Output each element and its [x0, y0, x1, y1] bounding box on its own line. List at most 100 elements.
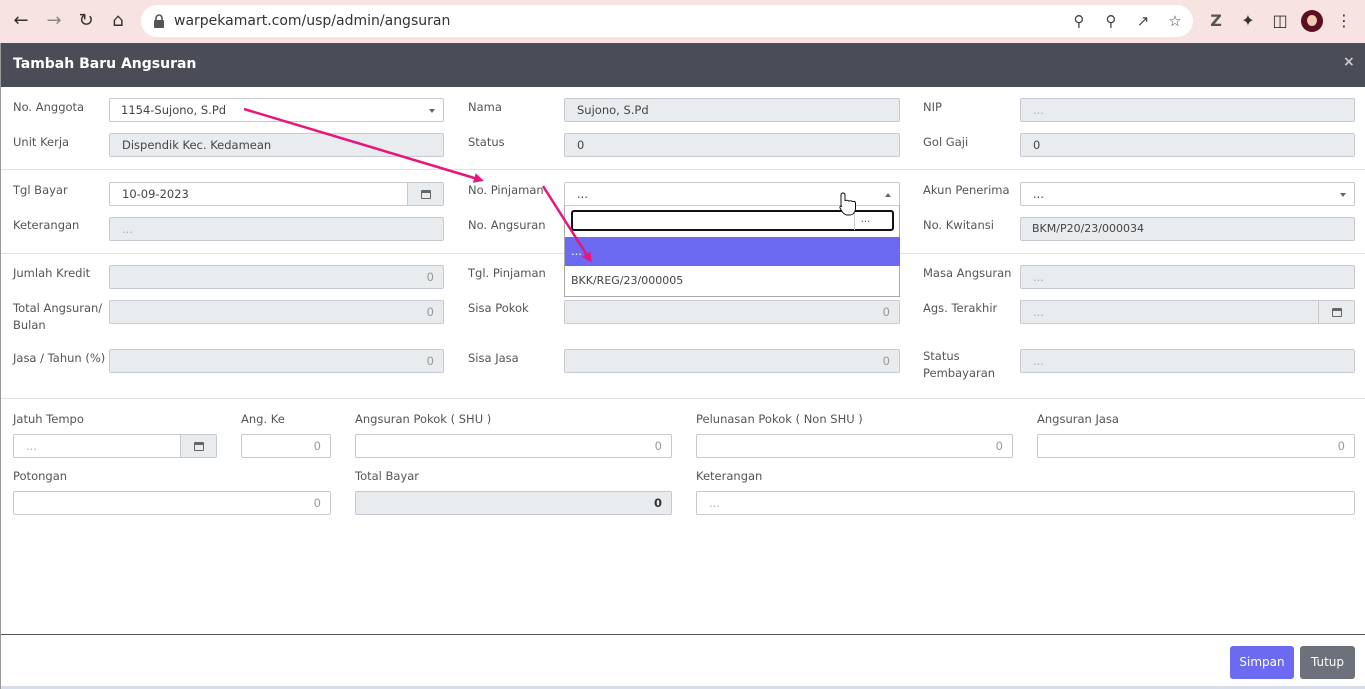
gol-gaji-label: Gol Gaji [923, 135, 969, 149]
browser-toolbar: ← → ↻ ⌂ warpekamart.com/usp/admin/angsur… [0, 0, 1365, 43]
ang-ke-label: Ang. Ke [241, 412, 285, 426]
zoom-icon[interactable]: ⚲ [1102, 12, 1120, 30]
ags-terakhir-label: Ags. Terakhir [923, 301, 998, 315]
masa-angsuran-label: Masa Angsuran [923, 266, 1012, 280]
pelunasan-pokok-input[interactable]: 0 [696, 434, 1013, 458]
jumlah-kredit-field: 0 [109, 265, 444, 289]
bookmark-star-icon[interactable]: ☆ [1166, 12, 1184, 30]
address-bar[interactable]: warpekamart.com/usp/admin/angsuran ⚲ ⚲ ↗… [141, 5, 1193, 37]
status-field: 0 [564, 133, 900, 157]
chevron-down-icon [429, 109, 435, 113]
total-angsuran-label: Total Angsuran/Bulan [13, 300, 102, 334]
jatuh-tempo-calendar-button[interactable] [180, 434, 217, 458]
angsuran-jasa-label: Angsuran Jasa [1037, 412, 1119, 426]
no-anggota-label: No. Anggota [13, 100, 85, 114]
angsuran-pokok-input[interactable]: 0 [355, 434, 672, 458]
total-bayar-field: 0 [355, 491, 672, 515]
side-panel-icon[interactable]: ◫ [1269, 10, 1291, 32]
share-icon[interactable]: ↗ [1134, 12, 1152, 30]
nip-field: ... [1020, 98, 1355, 122]
chevron-up-icon [885, 193, 891, 197]
total-angsuran-label-line1: Total Angsuran/ [13, 301, 103, 315]
menu-kebab-icon[interactable]: ⋮ [1333, 10, 1355, 32]
total-angsuran-label-line2: Bulan [13, 318, 46, 332]
keterangan2-label: Keterangan [696, 469, 763, 483]
modal-footer-divider [1, 634, 1365, 635]
z-extension-icon[interactable]: Z [1205, 10, 1227, 32]
sisa-pokok-label: Sisa Pokok [468, 301, 529, 315]
potongan-input[interactable]: 0 [13, 491, 331, 515]
sisa-jasa-label: Sisa Jasa [468, 351, 519, 365]
tgl-bayar-label: Tgl Bayar [13, 183, 68, 197]
back-icon[interactable]: ← [10, 10, 32, 32]
puzzle-extensions-icon[interactable]: ✦ [1237, 10, 1259, 32]
home-icon[interactable]: ⌂ [107, 10, 129, 32]
status-pembayaran-label-line2: Pembayaran [923, 366, 996, 380]
key-icon[interactable]: ⚲ [1070, 12, 1088, 30]
pelunasan-pokok-label: Pelunasan Pokok ( Non SHU ) [696, 412, 863, 426]
total-bayar-label: Total Bayar [355, 469, 420, 483]
modal-header: Tambah Baru Angsuran × [1, 43, 1365, 87]
section-divider [1, 169, 1365, 170]
no-anggota-select[interactable]: 1154-Sujono, S.Pd [109, 98, 444, 122]
close-icon[interactable]: × [1343, 54, 1355, 70]
no-anggota-value: 1154-Sujono, S.Pd [121, 103, 227, 117]
jumlah-kredit-label: Jumlah Kredit [13, 266, 91, 280]
simpan-button[interactable]: Simpan [1230, 646, 1294, 679]
no-pinjaman-value: ... [577, 187, 588, 201]
nip-label: NIP [923, 100, 942, 114]
no-kwitansi-field: BKM/P20/23/000034 [1020, 217, 1355, 241]
jatuh-tempo-input[interactable]: ... [13, 434, 181, 458]
calendar-icon [420, 189, 431, 199]
keterangan-field: ... [109, 217, 444, 241]
no-pinjaman-select[interactable]: ... [564, 182, 900, 206]
no-pinjaman-label: No. Pinjaman [468, 183, 544, 197]
dropdown-search-button[interactable]: ... [854, 213, 876, 230]
ang-ke-input[interactable]: 0 [241, 434, 331, 458]
masa-angsuran-field: ... [1020, 265, 1355, 289]
tgl-pinjaman-label: Tgl. Pinjaman [468, 266, 546, 280]
calendar-icon [193, 441, 204, 451]
reload-icon[interactable]: ↻ [75, 10, 97, 32]
tgl-bayar-input[interactable]: 10-09-2023 [109, 182, 408, 206]
unit-kerja-label: Unit Kerja [13, 135, 70, 149]
keterangan-label: Keterangan [13, 218, 80, 232]
akun-penerima-label: Akun Penerima [923, 183, 1010, 197]
calendar-icon [1331, 307, 1342, 317]
no-angsuran-label: No. Angsuran [468, 218, 546, 232]
tgl-bayar-calendar-button[interactable] [407, 182, 444, 206]
nama-label: Nama [468, 100, 502, 114]
akun-penerima-select[interactable]: ... [1020, 182, 1355, 206]
modal-title: Tambah Baru Angsuran [13, 56, 197, 72]
status-label: Status [468, 135, 505, 149]
status-pembayaran-label: Status Pembayaran [923, 348, 995, 382]
nama-field: Sujono, S.Pd [564, 98, 900, 122]
status-pembayaran-field: ... [1020, 349, 1355, 373]
lock-icon [154, 14, 164, 28]
dropdown-option-bkk-reg[interactable]: BKK/REG/23/000005 [565, 266, 900, 295]
total-angsuran-field: 0 [109, 300, 444, 324]
jasa-tahun-field: 0 [109, 349, 444, 373]
tutup-button[interactable]: Tutup [1300, 646, 1355, 679]
section-divider [1, 398, 1365, 399]
forward-icon[interactable]: → [43, 10, 65, 32]
sisa-pokok-field: 0 [564, 300, 900, 324]
no-kwitansi-label: No. Kwitansi [923, 218, 994, 232]
no-pinjaman-search-input[interactable]: ... [571, 210, 894, 231]
gol-gaji-field: 0 [1020, 133, 1355, 157]
no-pinjaman-dropdown: ... ... BKK/REG/23/000005 [564, 206, 900, 297]
status-pembayaran-label-line1: Status [923, 349, 960, 363]
ags-terakhir-field: ... [1020, 300, 1319, 324]
unit-kerja-field: Dispendik Kec. Kedamean [109, 133, 444, 157]
sisa-jasa-field: 0 [564, 349, 900, 373]
akun-penerima-value: ... [1033, 187, 1044, 201]
dropdown-option-empty[interactable]: ... [565, 237, 900, 266]
jasa-tahun-label: Jasa / Tahun (%) [13, 351, 106, 365]
angsuran-jasa-input[interactable]: 0 [1037, 434, 1355, 458]
tambah-angsuran-modal: Tambah Baru Angsuran × No. Anggota 1154-… [0, 43, 1365, 689]
chevron-down-icon [1340, 193, 1346, 197]
angsuran-pokok-label: Angsuran Pokok ( SHU ) [355, 412, 492, 426]
profile-avatar[interactable] [1301, 10, 1323, 32]
keterangan2-input[interactable]: ... [696, 491, 1355, 515]
ags-terakhir-calendar-button[interactable] [1318, 300, 1355, 324]
